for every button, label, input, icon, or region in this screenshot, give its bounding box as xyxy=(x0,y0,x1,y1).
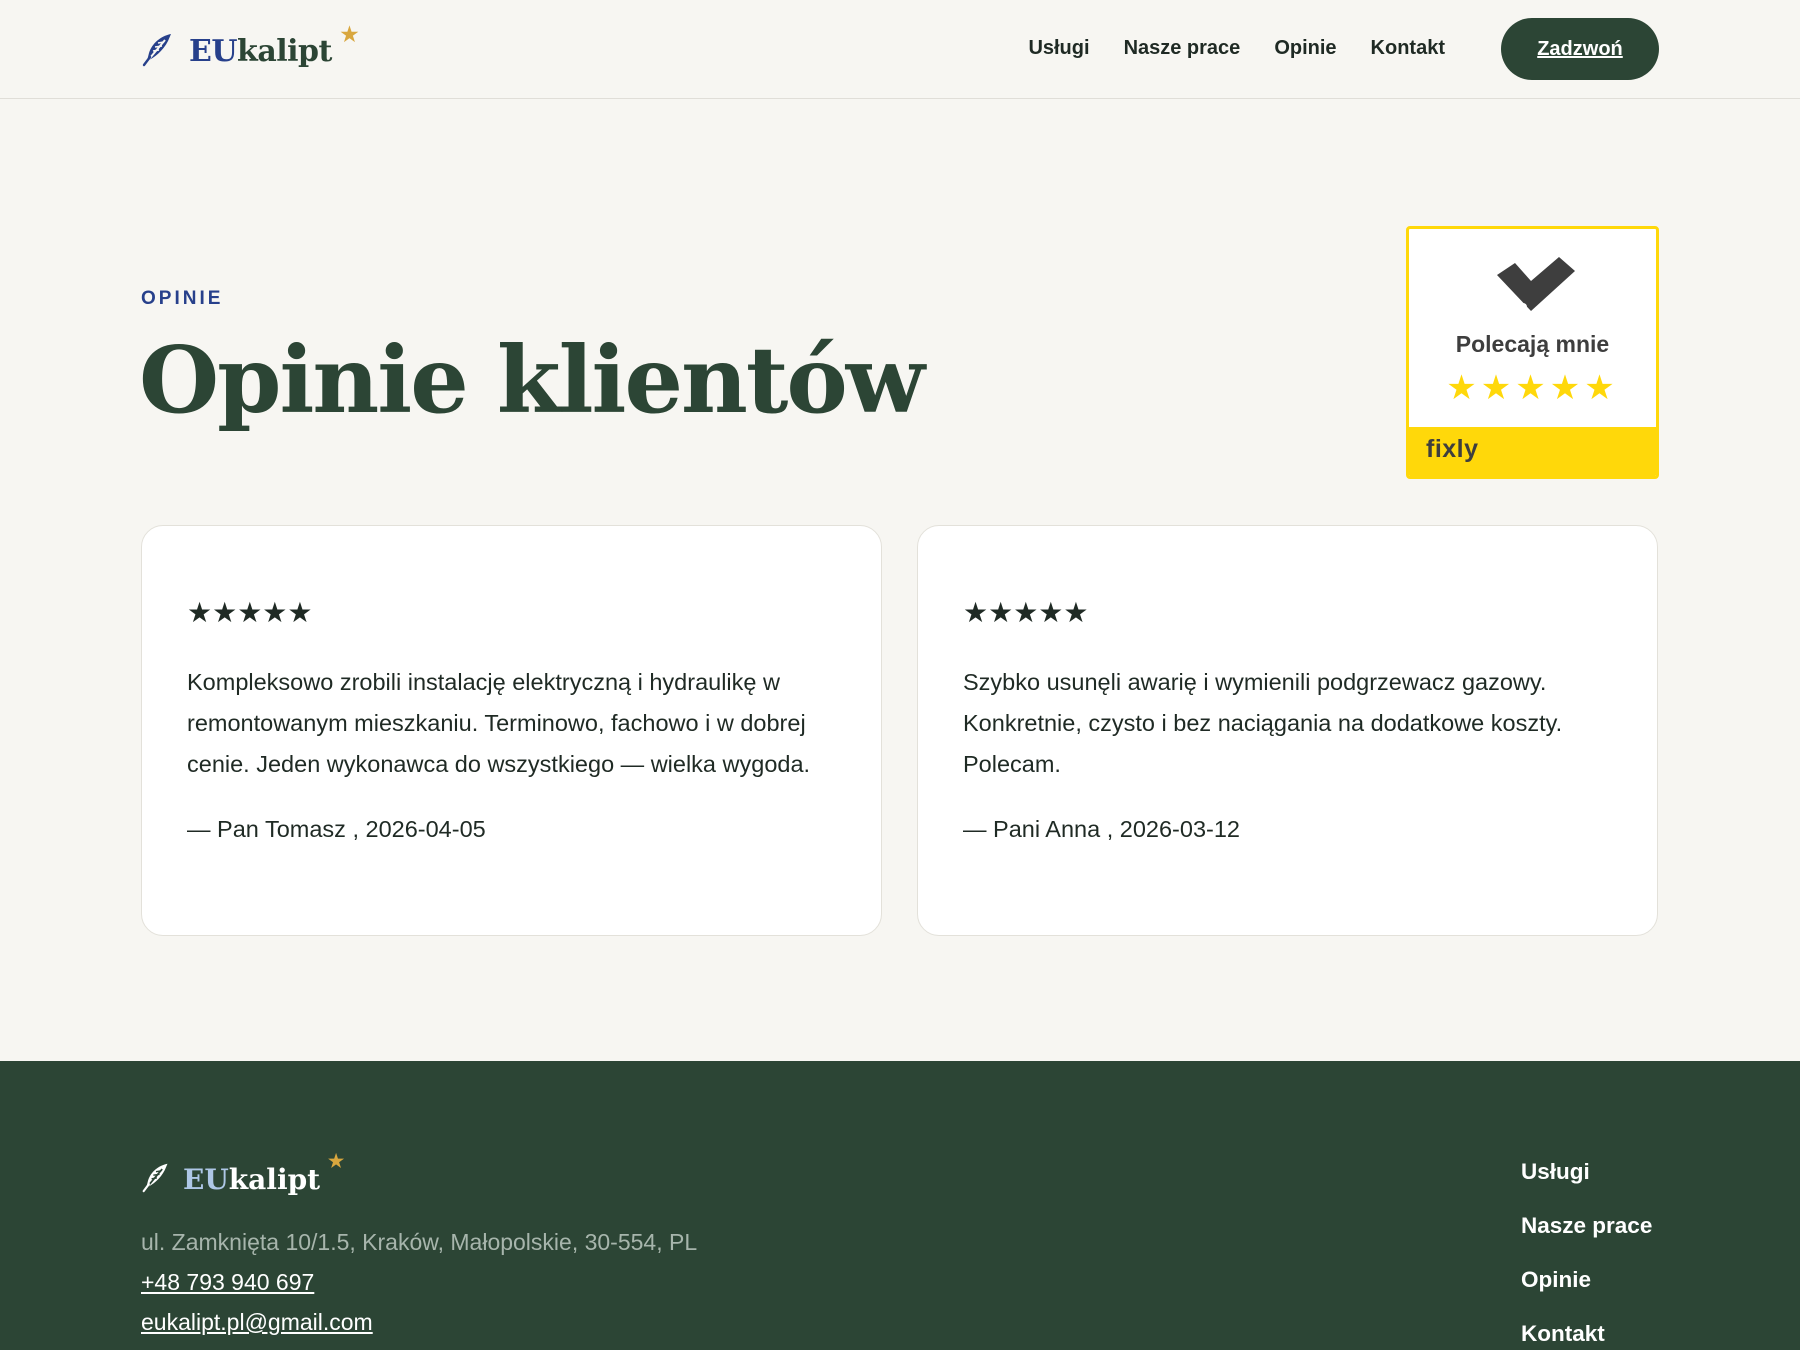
badge-title: Polecają mnie xyxy=(1455,331,1610,357)
footer-logo-text-eu: EU xyxy=(183,1162,229,1196)
main-nav: Usługi Nasze prace Opinie Kontakt xyxy=(1028,30,1445,66)
logo-text: EUkalipt ★ xyxy=(189,22,358,69)
site-footer: EUkalipt ★ ul. Zamknięta 10/1.5, Kraków,… xyxy=(0,1061,1800,1350)
logo-text-eu: EU xyxy=(189,33,238,69)
review-card: ★★★★★ Kompleksowo zrobili instalację ele… xyxy=(141,525,882,936)
page-title: Opinie klientów xyxy=(139,326,925,434)
footer-email-link[interactable]: eukalipt.pl@gmail.com xyxy=(141,1309,373,1336)
section-eyebrow: OPINIE xyxy=(141,288,224,309)
logo-text-rest: kalipt xyxy=(237,33,332,69)
nav-link-kontakt[interactable]: Kontakt xyxy=(1371,37,1445,60)
review-card: ★★★★★ Szybko usunęli awarię i wymienili … xyxy=(917,525,1658,936)
review-author: — Pani Anna , 2026-03-12 xyxy=(963,816,1240,842)
footer-link-opinie[interactable]: Opinie xyxy=(1521,1264,1652,1296)
footer-phone-link[interactable]: +48 793 940 697 xyxy=(141,1269,314,1296)
footer-link-uslugi[interactable]: Usługi xyxy=(1521,1156,1652,1188)
rating-stars: ★★★★★ xyxy=(963,597,1089,628)
star-icon: ★ xyxy=(340,21,358,46)
fixly-logo: fixly xyxy=(1426,435,1479,463)
badge-bar: fixly xyxy=(1409,427,1656,476)
call-button[interactable]: Zadzwoń xyxy=(1501,18,1659,80)
feather-icon xyxy=(141,31,175,72)
fixly-badge[interactable]: Polecają mnie ★★★★★ fixly xyxy=(1406,226,1659,479)
nav-link-opinie[interactable]: Opinie xyxy=(1274,37,1336,60)
footer-logo-text-rest: kalipt xyxy=(228,1162,321,1196)
review-author: — Pan Tomasz , 2026-04-05 xyxy=(187,816,486,842)
site-header: EUkalipt ★ Usługi Nasze prace Opinie Kon… xyxy=(0,0,1800,99)
footer-address: ul. Zamknięta 10/1.5, Kraków, Małopolski… xyxy=(141,1229,698,1255)
footer-link-nasze-prace[interactable]: Nasze prace xyxy=(1521,1210,1652,1242)
footer-link-kontakt[interactable]: Kontakt xyxy=(1521,1318,1652,1350)
review-body: Kompleksowo zrobili instalację elektrycz… xyxy=(187,662,837,850)
review-body: Szybko usunęli awarię i wymienili podgrz… xyxy=(963,662,1613,850)
review-text: Szybko usunęli awarię i wymienili podgrz… xyxy=(963,669,1563,777)
footer-nav: Usługi Nasze prace Opinie Kontakt xyxy=(1521,1156,1652,1350)
nav-link-uslugi[interactable]: Usługi xyxy=(1028,37,1089,60)
logo-link[interactable]: EUkalipt ★ xyxy=(141,22,358,76)
badge-stars: ★★★★★ xyxy=(1446,369,1619,407)
footer-logo-link[interactable]: EUkalipt ★ xyxy=(141,1151,344,1201)
rating-stars: ★★★★★ xyxy=(187,597,313,628)
star-icon: ★ xyxy=(327,1150,345,1172)
feather-icon xyxy=(141,1161,171,1198)
review-text: Kompleksowo zrobili instalację elektrycz… xyxy=(187,669,811,777)
footer-logo-text: EUkalipt ★ xyxy=(183,1151,344,1196)
nav-link-nasze-prace[interactable]: Nasze prace xyxy=(1124,37,1241,60)
